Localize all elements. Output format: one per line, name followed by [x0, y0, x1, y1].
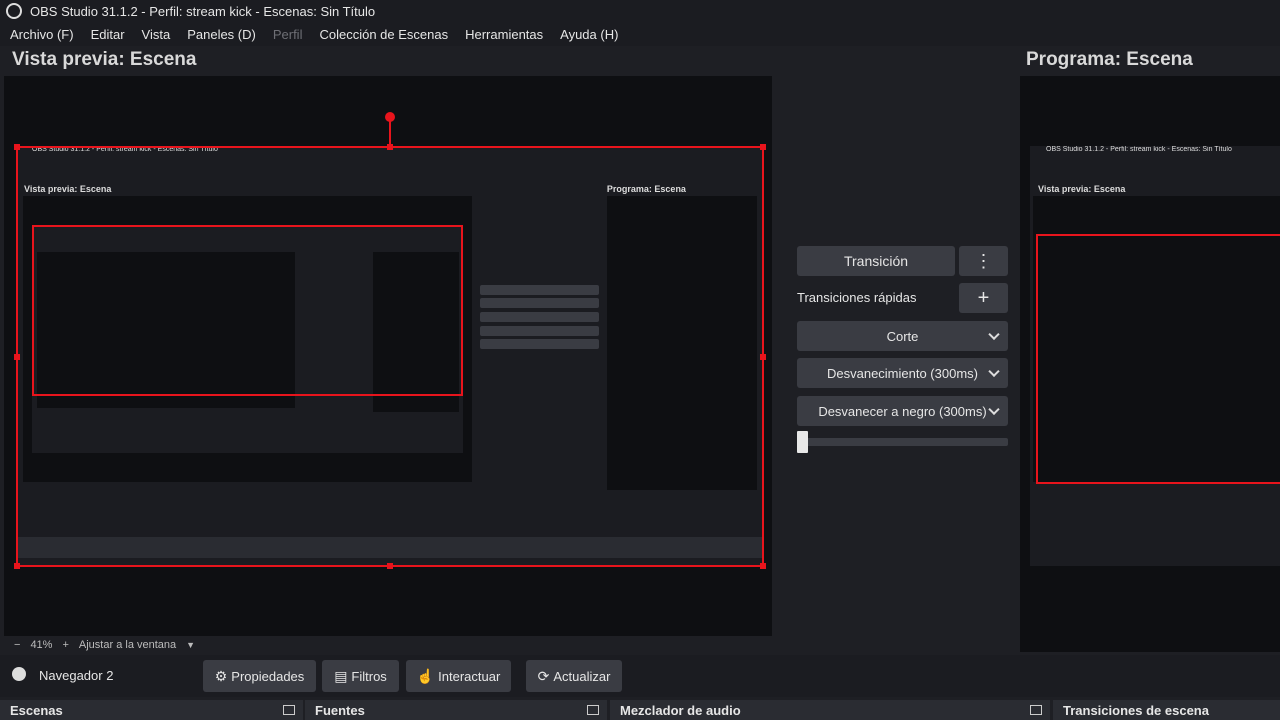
resize-handle-bottom[interactable]	[387, 563, 393, 569]
undock-icon[interactable]	[1030, 705, 1042, 715]
refresh-icon: ⟳	[537, 667, 550, 684]
program-nested-selection	[1036, 234, 1280, 484]
menu-perfil[interactable]: Perfil	[273, 27, 303, 42]
dock-mezclador-audio[interactable]: Mezclador de audio	[610, 700, 1050, 720]
title-bar: OBS Studio 31.1.2 - Perfil: stream kick …	[0, 0, 1280, 22]
refresh-button[interactable]: ⟳ Actualizar	[526, 660, 622, 692]
zoom-out-button[interactable]: −	[14, 639, 20, 651]
program-nested-preview-header: Vista previa: Escena	[1038, 183, 1126, 194]
source-selection-box[interactable]	[14, 112, 766, 569]
filters-label: Filtros	[351, 668, 387, 684]
add-quick-transition-icon[interactable]: +	[959, 283, 1008, 313]
dock-title: Mezclador de audio	[620, 702, 741, 718]
quick-transition-corte[interactable]: Corte	[797, 321, 1008, 351]
properties-button[interactable]: ⚙ Propiedades	[203, 660, 316, 692]
quick-transition-fade[interactable]: Desvanecimiento (300ms)	[797, 358, 1008, 388]
menu-coleccion-escenas[interactable]: Colección de Escenas	[319, 27, 448, 42]
chevron-down-icon	[988, 403, 1000, 416]
dock-title: Fuentes	[315, 702, 365, 718]
program-canvas: OBS Studio 31.1.2 - Perfil: stream kick …	[1020, 76, 1280, 652]
quick-transition-label: Corte	[886, 328, 919, 344]
globe-icon	[12, 667, 26, 681]
resize-handle-br[interactable]	[760, 563, 766, 569]
zoom-chevron-icon[interactable]: ▼	[186, 640, 195, 650]
menu-archivo[interactable]: Archivo (F)	[10, 27, 74, 42]
rotation-handle[interactable]	[385, 112, 395, 122]
dock-fuentes[interactable]: Fuentes	[305, 700, 607, 720]
gear-icon: ⚙	[214, 667, 228, 684]
resize-handle-bl[interactable]	[14, 563, 20, 569]
menu-editar[interactable]: Editar	[91, 27, 125, 42]
menu-paneles[interactable]: Paneles (D)	[187, 27, 256, 42]
preview-canvas[interactable]: OBS Studio 31.1.2 - Perfil: stream kick …	[4, 76, 772, 636]
program-header: Programa: Escena	[1026, 49, 1193, 70]
dock-transiciones-escena[interactable]: Transiciones de escena	[1053, 700, 1280, 720]
tbar-slider-handle[interactable]	[797, 431, 808, 453]
transition-button[interactable]: Transición	[797, 246, 955, 276]
menu-ayuda[interactable]: Ayuda (H)	[560, 27, 618, 42]
resize-handle-tr[interactable]	[760, 144, 766, 150]
undock-icon[interactable]	[283, 705, 295, 715]
transition-more-icon[interactable]: ⋮	[959, 246, 1008, 276]
tbar-slider-track[interactable]	[797, 438, 1008, 446]
resize-handle-right[interactable]	[760, 353, 766, 360]
source-controls-bar: Navegador 2 ⚙ Propiedades ▤ Filtros ☝ Inter…	[0, 655, 1280, 697]
selected-source-name: Navegador 2	[39, 668, 114, 683]
zoom-value: 41%	[30, 639, 53, 651]
zoom-bar: − 41% + Ajustar a la ventana ▼	[4, 636, 772, 654]
filters-button[interactable]: ▤ Filtros	[322, 660, 399, 692]
dock-title: Transiciones de escena	[1063, 702, 1209, 718]
program-nested-capture: OBS Studio 31.1.2 - Perfil: stream kick …	[1030, 146, 1280, 566]
menu-herramientas[interactable]: Herramientas	[465, 27, 543, 42]
menu-vista[interactable]: Vista	[142, 27, 171, 42]
resize-handle-tl[interactable]	[14, 144, 20, 150]
refresh-label: Actualizar	[553, 668, 611, 684]
zoom-fit-select[interactable]: Ajustar a la ventana	[79, 639, 176, 651]
quick-transition-label: Desvanecimiento (300ms)	[826, 365, 978, 381]
quick-transition-fade-black[interactable]: Desvanecer a negro (300ms)	[797, 396, 1008, 426]
properties-label: Propiedades	[231, 668, 305, 684]
interact-button[interactable]: ☝ Interactuar	[406, 660, 511, 692]
undock-icon[interactable]	[587, 705, 599, 715]
quick-transition-label: Desvanecer a negro (300ms)	[818, 403, 987, 419]
zoom-in-button[interactable]: +	[62, 639, 68, 651]
program-nested-title: OBS Studio 31.1.2 - Perfil: stream kick …	[1046, 146, 1232, 153]
menu-bar: Archivo (F) Editar Vista Paneles (D) Per…	[0, 22, 1280, 46]
resize-handle-left[interactable]	[14, 353, 20, 360]
chevron-down-icon	[988, 328, 1000, 341]
obs-logo-icon	[6, 3, 22, 19]
dock-title: Escenas	[10, 702, 63, 718]
docks-row: Escenas Fuentes Mezclador de audio Trans…	[0, 700, 1280, 720]
interact-label: Interactuar	[438, 668, 501, 684]
quick-transitions-label: Transiciones rápidas	[797, 290, 917, 305]
filter-icon: ▤	[334, 667, 348, 684]
preview-header: Vista previa: Escena	[12, 49, 197, 70]
dock-escenas[interactable]: Escenas	[0, 700, 303, 720]
chevron-down-icon	[988, 365, 1000, 378]
window-title: OBS Studio 31.1.2 - Perfil: stream kick …	[30, 3, 376, 19]
hand-icon: ☝	[416, 667, 435, 684]
rotation-line	[389, 118, 391, 146]
